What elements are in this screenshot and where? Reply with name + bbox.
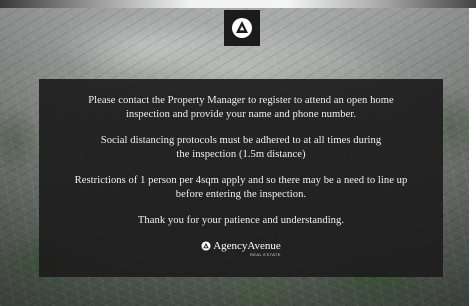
- notice-line: Social distancing protocols must be adhe…: [100, 135, 382, 146]
- agency-avenue-emblem-icon: [232, 18, 252, 38]
- notice-panel: Please contact the Property Manager to r…: [39, 79, 443, 277]
- notice-line: before entering the inspection.: [175, 189, 307, 200]
- top-logo: [224, 10, 260, 46]
- notice-paragraph-restrictions: Restrictions of 1 person per 4sqm apply …: [39, 174, 443, 202]
- right-margin: [469, 8, 476, 306]
- notice-paragraph-distancing: Social distancing protocols must be adhe…: [39, 134, 443, 162]
- notice-image: Please contact the Property Manager to r…: [0, 0, 476, 306]
- agency-avenue-emblem-icon: [201, 241, 211, 251]
- notice-line: Please contact the Property Manager to r…: [88, 95, 394, 106]
- brand-logo: AgencyAvenue REAL ESTATE: [39, 240, 443, 257]
- notice-line: Thank you for your patience and understa…: [137, 215, 345, 226]
- brand-name: AgencyAvenue: [213, 240, 281, 252]
- notice-paragraph-thanks: Thank you for your patience and understa…: [39, 214, 443, 228]
- brand-subtitle: REAL ESTATE: [250, 252, 281, 257]
- notice-line: the inspection (1.5m distance): [176, 149, 306, 160]
- top-image-strip: [0, 0, 476, 8]
- notice-paragraph-registration: Please contact the Property Manager to r…: [39, 94, 443, 122]
- notice-line: Restrictions of 1 person per 4sqm apply …: [74, 175, 408, 186]
- notice-line: inspection and provide your name and pho…: [125, 109, 357, 120]
